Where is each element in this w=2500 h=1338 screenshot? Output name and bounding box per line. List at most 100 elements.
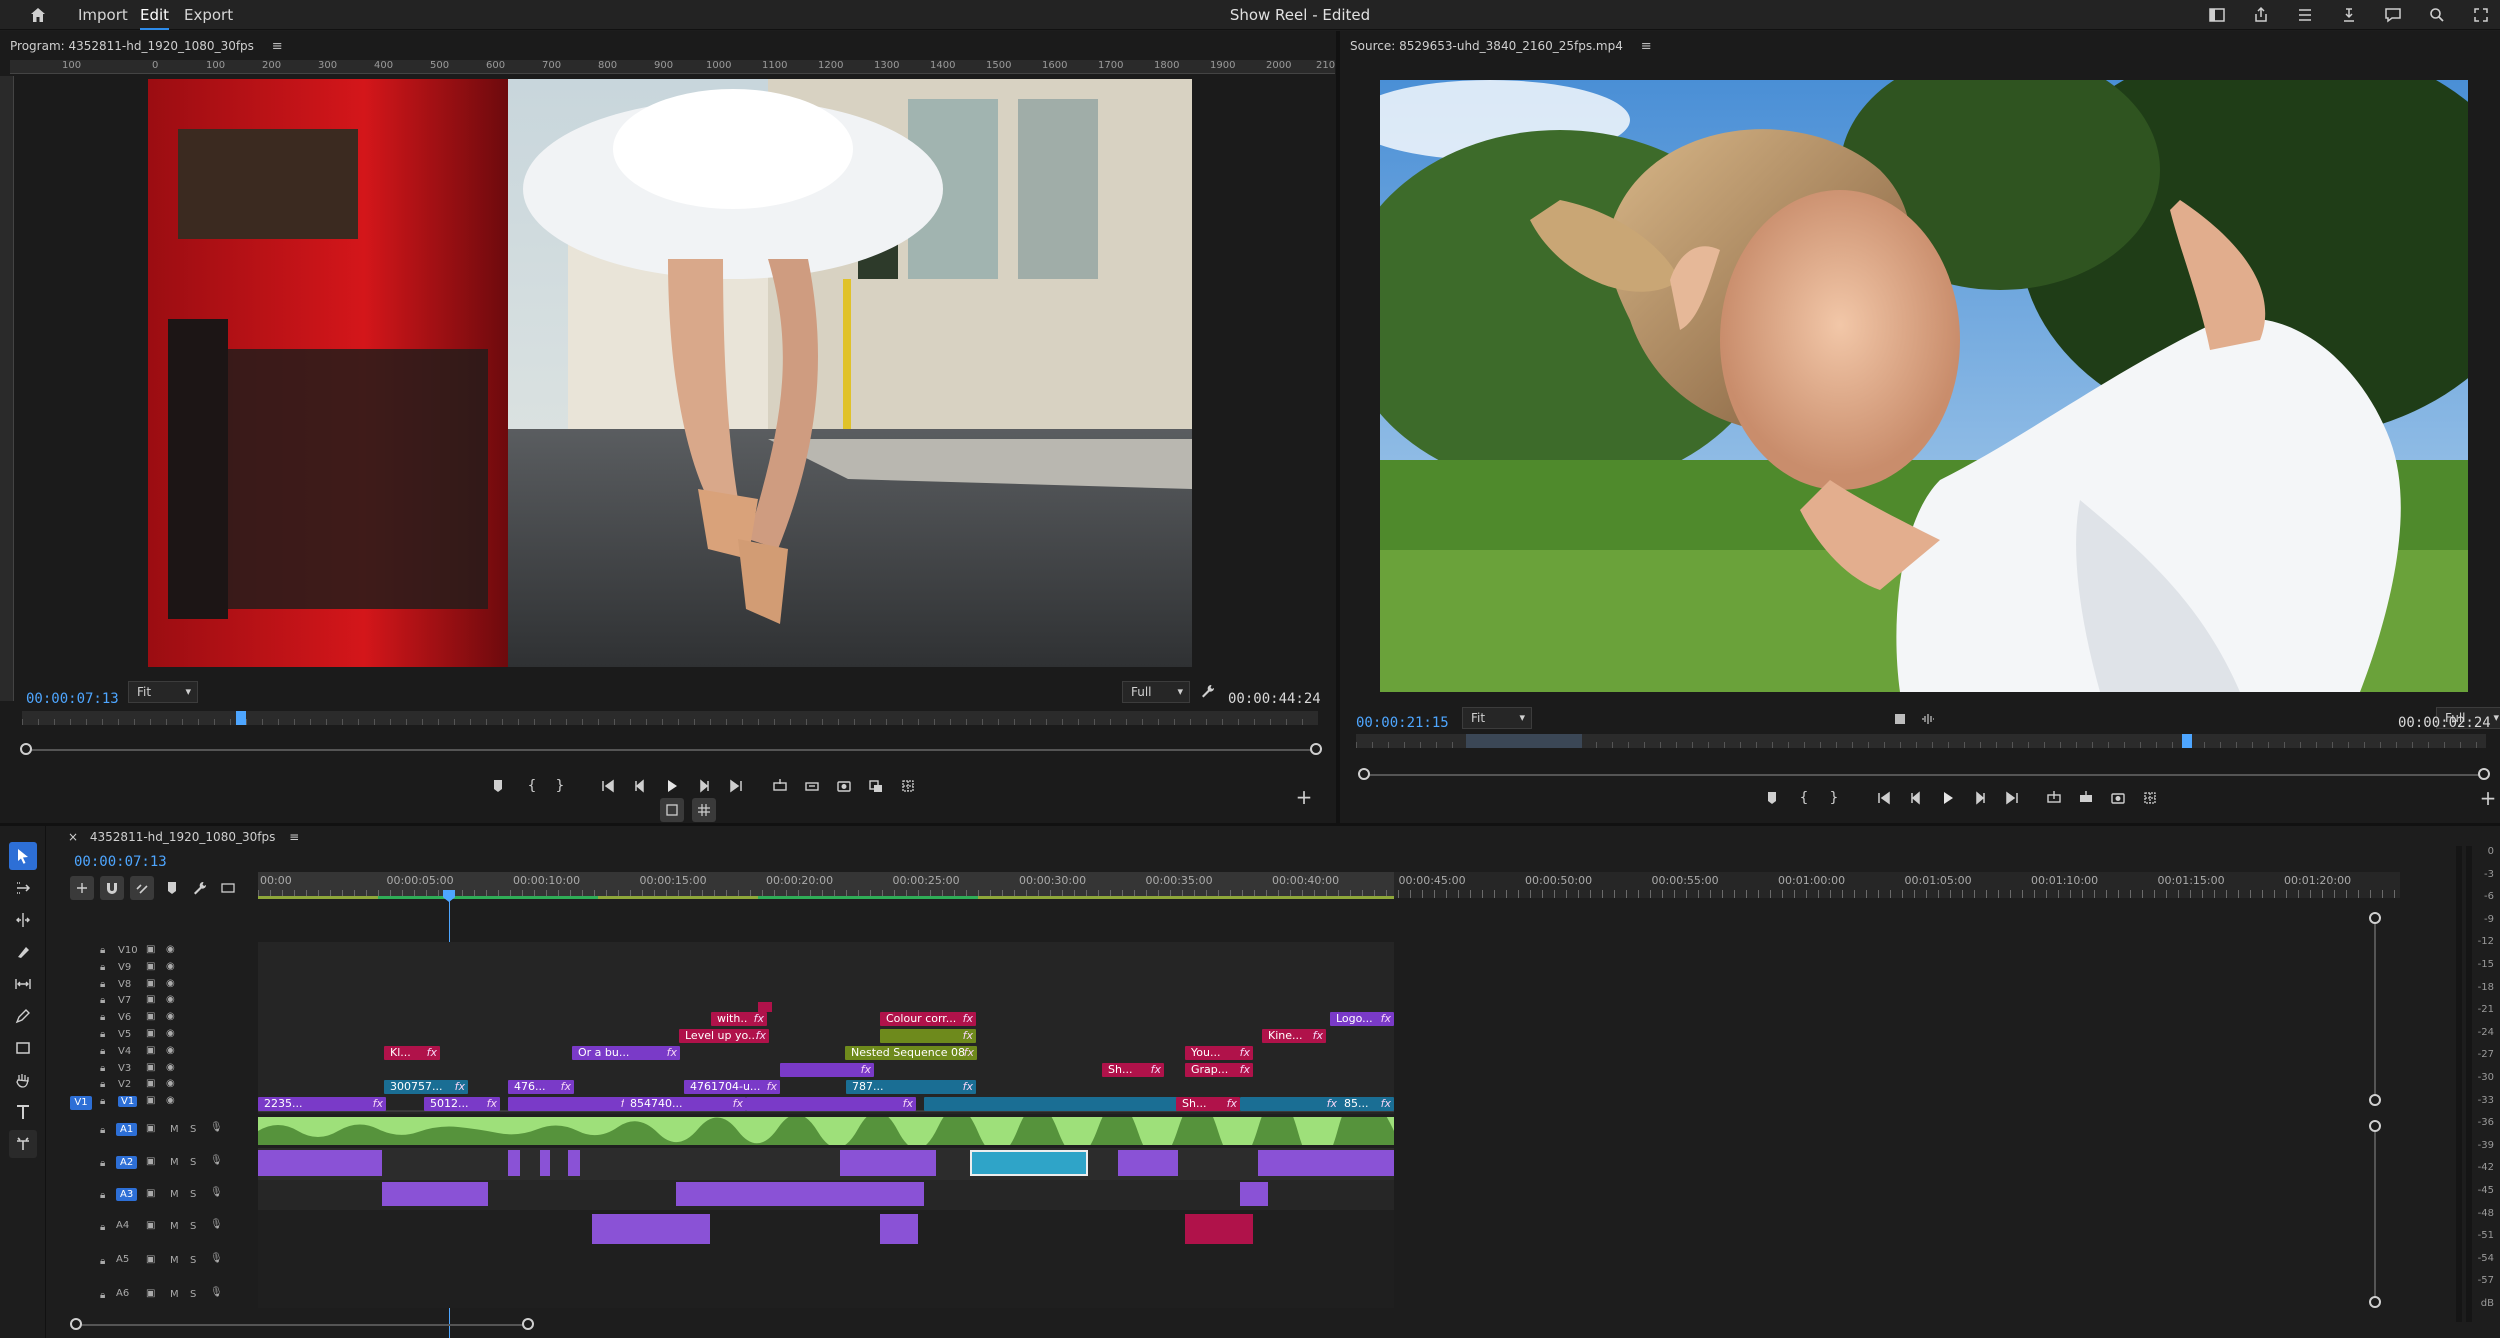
scroll-handle[interactable] <box>2369 1296 2381 1308</box>
audio-clip[interactable] <box>540 1150 550 1176</box>
home-icon[interactable] <box>26 3 50 27</box>
grid-icon[interactable] <box>692 798 716 822</box>
sync-lock-icon[interactable]: ▣ <box>146 944 155 955</box>
timeline-menu-icon[interactable]: ≡ <box>289 830 299 844</box>
safe-margins-icon[interactable] <box>660 798 684 822</box>
lock-icon[interactable]: 🔒︎ <box>100 1046 105 1057</box>
source-fit-dropdown[interactable]: Fit ▾ <box>1462 707 1532 729</box>
audio-clip[interactable] <box>568 1150 580 1176</box>
timeline-clip[interactable]: Logo... fx <box>1330 1012 1394 1026</box>
solo-button[interactable]: S <box>190 1157 196 1168</box>
timeline-clip[interactable]: 4761704-u... fx <box>684 1080 780 1094</box>
eye-icon[interactable]: ◉ <box>166 961 175 972</box>
timeline-clip[interactable]: 5012... fx <box>424 1097 500 1111</box>
eye-icon[interactable]: ◉ <box>166 1028 175 1039</box>
comparison-view-icon[interactable] <box>864 774 888 798</box>
timeline-playhead-handle[interactable] <box>443 890 455 902</box>
settings-wrench-icon[interactable] <box>1196 679 1220 703</box>
type-tool-icon[interactable] <box>9 1098 37 1126</box>
slip-tool-icon[interactable] <box>9 970 37 998</box>
timeline-clip[interactable]: You... fx <box>1185 1046 1253 1060</box>
program-menu-icon[interactable]: ≡ <box>272 32 283 62</box>
timeline-clip[interactable]: 787... fx <box>846 1080 976 1094</box>
lock-icon[interactable]: 🔒︎ <box>100 1029 105 1040</box>
solo-button[interactable]: S <box>190 1221 196 1232</box>
sync-lock-icon[interactable]: ▣ <box>146 1288 155 1299</box>
track-name[interactable]: V1 <box>118 1096 138 1108</box>
lock-icon[interactable]: 🔒︎ <box>100 945 105 956</box>
track-name[interactable]: A4 <box>116 1220 129 1231</box>
audio-clip[interactable] <box>1258 1150 1394 1176</box>
step-back-icon[interactable] <box>628 774 652 798</box>
timeline-clip[interactable]: 476... fx <box>508 1080 574 1094</box>
track-name[interactable]: V8 <box>118 979 131 990</box>
timeline-tab[interactable]: × 4352811-hd_1920_1080_30fps ≡ <box>68 830 299 844</box>
play-icon[interactable] <box>660 774 684 798</box>
microphone-icon[interactable]: 🎙︎ <box>210 1219 223 1230</box>
audio-clip[interactable] <box>676 1182 924 1206</box>
timeline-clip[interactable]: with.. fx <box>711 1012 767 1026</box>
eye-icon[interactable]: ◉ <box>166 978 175 989</box>
lock-icon[interactable]: 🔒︎ <box>100 1222 105 1233</box>
lock-icon[interactable]: 🔒︎ <box>100 962 105 973</box>
nav-import[interactable]: Import <box>78 0 128 30</box>
timeline-clip[interactable]: Kine... fx <box>1262 1029 1326 1043</box>
eye-icon[interactable]: ◉ <box>166 944 175 955</box>
razor-tool-icon[interactable] <box>9 938 37 966</box>
settings-wrench-icon[interactable] <box>188 876 212 900</box>
program-fit-dropdown[interactable]: Fit ▾ <box>128 681 198 703</box>
timeline-clip[interactable]: fx <box>508 1097 634 1111</box>
audio-clip[interactable] <box>258 1117 1394 1145</box>
source-zoom-right-handle[interactable] <box>2478 768 2490 780</box>
lock-icon[interactable]: 🔒︎ <box>100 995 105 1006</box>
solo-button[interactable]: S <box>190 1255 196 1266</box>
source-video-frame[interactable] <box>1380 80 2468 692</box>
timeline-clip[interactable]: 300757... fx <box>384 1080 468 1094</box>
audio-clip[interactable] <box>1185 1214 1253 1244</box>
pen-tool-icon[interactable] <box>9 1002 37 1030</box>
timeline-ruler[interactable]: 00:00 00:00:05:00 00:00:10:00 00:00:15:00 00… <box>258 872 2400 899</box>
mute-button[interactable]: M <box>170 1221 179 1232</box>
lock-icon[interactable]: 🔒︎ <box>100 979 105 990</box>
eye-icon[interactable]: ◉ <box>166 994 175 1005</box>
track-select-tool-icon[interactable] <box>9 874 37 902</box>
track-name[interactable]: A1 <box>116 1123 138 1136</box>
program-zoom-right-handle[interactable] <box>1310 743 1322 755</box>
sync-lock-icon[interactable]: ▣ <box>146 1028 155 1039</box>
timeline-clip[interactable]: Sh... fx <box>1102 1063 1164 1077</box>
nav-edit[interactable]: Edit <box>140 0 170 30</box>
source-menu-icon[interactable]: ≡ <box>1641 32 1652 62</box>
solo-button[interactable]: S <box>190 1289 196 1300</box>
source-zoom-left-handle[interactable] <box>1358 768 1370 780</box>
timeline-clip[interactable]: Colour corr... fx <box>880 1012 976 1026</box>
source-zoom-bar[interactable] <box>1368 774 2484 776</box>
go-to-out-icon[interactable] <box>724 774 748 798</box>
mute-button[interactable]: M <box>170 1255 179 1266</box>
timeline-clip[interactable]: 85... fx <box>1338 1097 1394 1111</box>
timeline-clip[interactable]: 2235... fx <box>258 1097 386 1111</box>
program-playhead[interactable] <box>235 711 246 725</box>
go-to-in-icon[interactable] <box>1872 786 1896 810</box>
lock-icon[interactable]: 🔒︎ <box>100 1190 105 1201</box>
sync-lock-icon[interactable]: ▣ <box>146 1156 155 1167</box>
fullscreen-icon[interactable] <box>2470 4 2492 26</box>
sync-lock-icon[interactable]: ▣ <box>146 1062 155 1073</box>
lock-icon[interactable]: 🔒︎ <box>100 1096 105 1107</box>
ripple-edit-tool-icon[interactable] <box>9 906 37 934</box>
track-name[interactable]: V9 <box>118 962 131 973</box>
lock-icon[interactable]: 🔒︎ <box>100 1063 105 1074</box>
hand-tool-icon[interactable] <box>9 1066 37 1094</box>
quick-export-icon[interactable] <box>2338 4 2360 26</box>
share-icon[interactable] <box>2250 4 2272 26</box>
timeline-clip[interactable]: fx <box>780 1063 874 1077</box>
timeline-clip[interactable]: Nested Sequence 08 fx <box>845 1046 977 1060</box>
timeline-zoom-bar[interactable] <box>76 1324 530 1326</box>
step-back-icon[interactable] <box>1904 786 1928 810</box>
timeline-clip[interactable]: 854740... fx <box>624 1097 746 1111</box>
timeline-clip[interactable]: fx <box>880 1029 976 1043</box>
mute-button[interactable]: M <box>170 1124 179 1135</box>
timeline-clip[interactable]: fx <box>746 1097 916 1111</box>
timeline-clip[interactable]: Kl... fx <box>384 1046 440 1060</box>
sync-lock-icon[interactable]: ▣ <box>146 1078 155 1089</box>
program-quality-dropdown[interactable]: Full ▾ <box>1122 681 1190 703</box>
